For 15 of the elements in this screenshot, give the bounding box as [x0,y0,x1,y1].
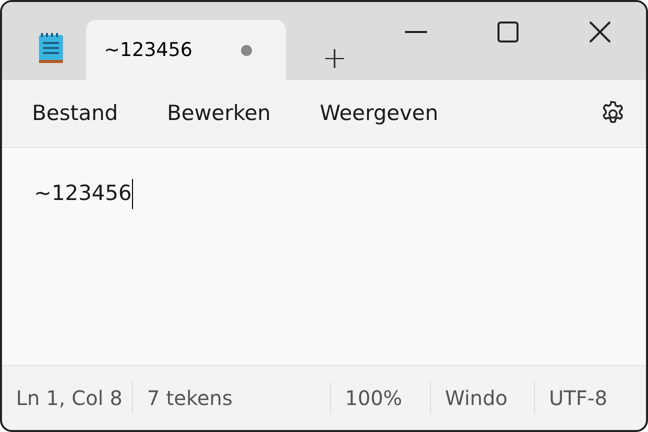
menu-item[interactable]: Bestand [18,92,132,136]
menu-item[interactable]: Weergeven [306,92,452,136]
new-tab-button[interactable]: + [314,44,356,74]
minimize-icon [405,30,427,34]
menu-item[interactable]: Bewerken [153,92,285,136]
status-item: Ln 1, Col 8 [15,385,124,412]
editor-text[interactable]: ~123456 [34,181,132,205]
status-item: UTF-8 [534,382,622,414]
maximize-icon [497,21,519,43]
status-item: Windo [430,382,534,414]
close-icon [589,21,611,43]
status-item: 100% [330,382,430,414]
tab[interactable]: ~123456 [86,20,286,80]
status-item: 7 tekens [132,382,330,414]
notepad-icon [38,32,64,64]
